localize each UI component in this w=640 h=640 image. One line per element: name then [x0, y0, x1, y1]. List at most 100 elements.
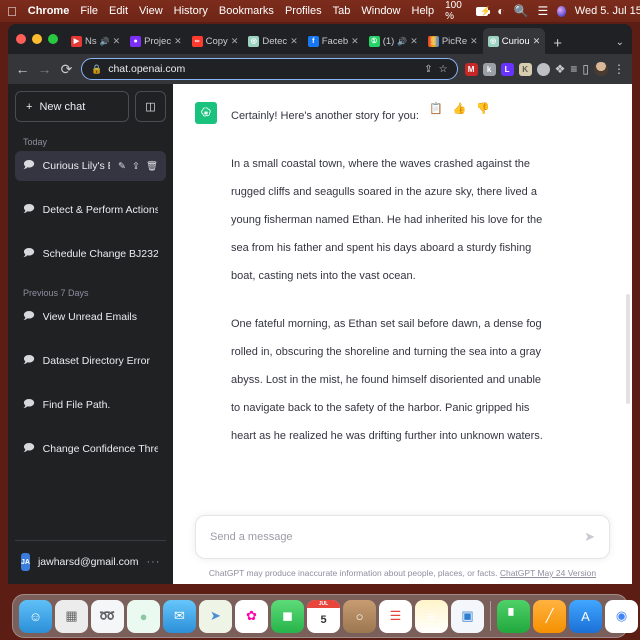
extension-circle-icon[interactable] [536, 62, 550, 76]
dock-item-numbers[interactable]: ▘ [497, 599, 530, 633]
dock-item-pages[interactable]: ╱ [533, 599, 566, 633]
message-input[interactable]: Send a message [210, 531, 584, 543]
dock-item-reminders[interactable]: ☰ [379, 599, 412, 633]
menu-item-file[interactable]: File [80, 5, 98, 17]
page-scrollbar[interactable] [626, 294, 630, 404]
tab-close-icon[interactable]: ✕ [351, 36, 359, 47]
close-window-button[interactable] [16, 34, 26, 44]
dock-item-siri[interactable]: ● [127, 599, 160, 633]
sidebar-chat-item[interactable]: 🗩 View Unread Emails [15, 302, 166, 332]
sidebar-chat-item[interactable]: 🗩 Find File Path. [15, 390, 166, 420]
dock-item-keynote[interactable]: ▣ [451, 599, 484, 633]
trash-icon[interactable]: 🗑 [146, 161, 158, 172]
extension-purple-icon[interactable]: L [500, 62, 514, 76]
extension-red-icon[interactable]: M [464, 62, 478, 76]
message-body: Certainly! Here's another story for you:… [231, 102, 610, 450]
address-bar[interactable]: 🔒 chat.openai.com ⇪ ☆ [81, 58, 458, 80]
menu-item-edit[interactable]: Edit [109, 5, 128, 17]
account-button[interactable]: JA jawharsd@gmail.com ··· [15, 547, 166, 577]
dock-item-calendar[interactable]: JUL 5 [307, 599, 340, 633]
edit-icon[interactable]: ✎ [118, 161, 126, 172]
version-link[interactable]: ChatGPT May 24 Version [500, 568, 596, 578]
sidebar-chat-item[interactable]: 🗩 Detect & Perform Actions. [15, 195, 166, 225]
thumbs-up-icon[interactable]: 👍 [453, 102, 467, 115]
thumbs-down-icon[interactable]: 👎 [476, 102, 490, 115]
profile-avatar[interactable] [594, 62, 608, 76]
chat-history-list[interactable]: Today 🗩 Curious Lily's Enchan ✎ ⇪ 🗑 🗩 De… [15, 132, 166, 540]
sidebar-toggle-button[interactable]: ◫ [135, 91, 166, 122]
chrome-window: ▶ Ns 🔊 ✕ ● Projec ✕ ∞ Copy ✕ ◎ Detec ✕ f… [8, 24, 632, 584]
back-button[interactable]: ← [15, 62, 30, 76]
sidebar-chat-item[interactable]: 🗩 Schedule Change BJ232 TUN- [15, 239, 166, 269]
browser-tab[interactable]: ① (1) 🔊 ✕ [364, 28, 423, 54]
tab-close-icon[interactable]: ✕ [290, 36, 298, 47]
share-icon[interactable]: ⇪ [424, 64, 432, 75]
search-icon[interactable]: 🔍 [514, 5, 529, 17]
apple-menu-icon[interactable]:  [7, 5, 17, 18]
battery-charging-icon[interactable]: ⚡ [476, 6, 491, 16]
send-icon[interactable]: ➤ [584, 529, 595, 545]
minimize-window-button[interactable] [32, 34, 42, 44]
dock-item-chrome[interactable]: ◉ [605, 599, 638, 633]
extensions-puzzle-icon[interactable]: ❖ [555, 63, 566, 75]
dock-item-notes[interactable]: ≡ [415, 599, 448, 633]
browser-tab[interactable]: ∞ Copy ✕ [187, 28, 244, 54]
menu-item-profiles[interactable]: Profiles [285, 5, 322, 17]
maximize-window-button[interactable] [48, 34, 58, 44]
browser-tab[interactable]: ◎ Detec ✕ [243, 28, 302, 54]
browser-tab[interactable]: f Faceb ✕ [303, 28, 364, 54]
reload-button[interactable]: ⟳ [59, 62, 74, 76]
menu-bar-clock[interactable]: Wed 5. Jul 15:32 [575, 5, 640, 17]
dock-item-finder[interactable]: ☺ [19, 599, 52, 633]
dock-item-safari[interactable]: ➿ [91, 599, 124, 633]
dock-item-contacts[interactable]: ○ [343, 599, 376, 633]
tab-close-icon[interactable]: ✕ [533, 36, 541, 47]
copy-icon[interactable]: 📋 [429, 102, 443, 115]
message-composer[interactable]: Send a message ➤ [195, 515, 610, 559]
sidebar-chat-item-active[interactable]: 🗩 Curious Lily's Enchan ✎ ⇪ 🗑 [15, 151, 166, 181]
tab-search-chevron-down-icon[interactable]: ⌄ [616, 37, 624, 48]
tab-audio-icon[interactable]: 🔊 [397, 37, 407, 46]
share-icon[interactable]: ⇪ [132, 161, 140, 172]
dock-item-app-store[interactable]: A [569, 599, 602, 633]
dock-item-facetime[interactable]: ◼ [271, 599, 304, 633]
menu-item-tab[interactable]: Tab [333, 5, 351, 17]
side-panel-icon[interactable]: ▯ [582, 63, 589, 75]
tab-close-icon[interactable]: ✕ [174, 36, 182, 47]
chrome-menu-icon[interactable]: ⋮ [613, 63, 625, 75]
story-paragraph-2: One fateful morning, as Ethan set sail b… [231, 318, 543, 442]
tab-close-icon[interactable]: ✕ [410, 36, 418, 47]
browser-tab[interactable]: ● Projec ✕ [125, 28, 186, 54]
browser-tab[interactable]: ▶ Ns 🔊 ✕ [66, 28, 125, 54]
browser-tab[interactable]: ▒ PicRe ✕ [423, 28, 483, 54]
menu-item-bookmarks[interactable]: Bookmarks [219, 5, 274, 17]
wifi-icon[interactable]: ◐ [497, 5, 504, 17]
tab-close-icon[interactable]: ✕ [470, 36, 478, 47]
menu-item-chrome[interactable]: Chrome [28, 5, 70, 17]
tab-close-icon[interactable]: ✕ [113, 36, 121, 47]
sidebar-chat-item[interactable]: 🗩 Change Confidence Threshol [15, 434, 166, 464]
siri-icon[interactable] [557, 5, 566, 17]
star-icon[interactable]: ☆ [439, 64, 448, 75]
dock-item-mail[interactable]: ✉ [163, 599, 196, 633]
new-chat-button[interactable]: + New chat [15, 91, 129, 122]
extension-gray-icon[interactable]: k [482, 62, 496, 76]
tab-close-icon[interactable]: ✕ [231, 36, 239, 47]
dock-item-maps[interactable]: ➤ [199, 599, 232, 633]
menu-item-view[interactable]: View [139, 5, 163, 17]
menu-item-history[interactable]: History [174, 5, 208, 17]
dock-item-photos[interactable]: ✿ [235, 599, 268, 633]
new-tab-button[interactable]: + [545, 36, 570, 54]
browser-tab-active[interactable]: ◎ Curiou ✕ [482, 28, 546, 54]
sidebar-footer: JA jawharsd@gmail.com ··· [15, 540, 166, 577]
forward-button[interactable]: → [37, 62, 52, 76]
menu-item-window[interactable]: Window [361, 5, 400, 17]
sidebar-chat-item[interactable]: 🗩 Dataset Directory Error [15, 346, 166, 376]
account-menu-icon[interactable]: ··· [146, 556, 160, 568]
control-center-icon[interactable]: ☰ [537, 5, 548, 17]
extension-beige-icon[interactable]: K [518, 62, 532, 76]
reading-list-icon[interactable]: ≡ [570, 63, 577, 75]
menu-item-help[interactable]: Help [412, 5, 435, 17]
tab-audio-icon[interactable]: 🔊 [100, 37, 110, 46]
dock-item-launchpad[interactable]: ▦ [55, 599, 88, 633]
